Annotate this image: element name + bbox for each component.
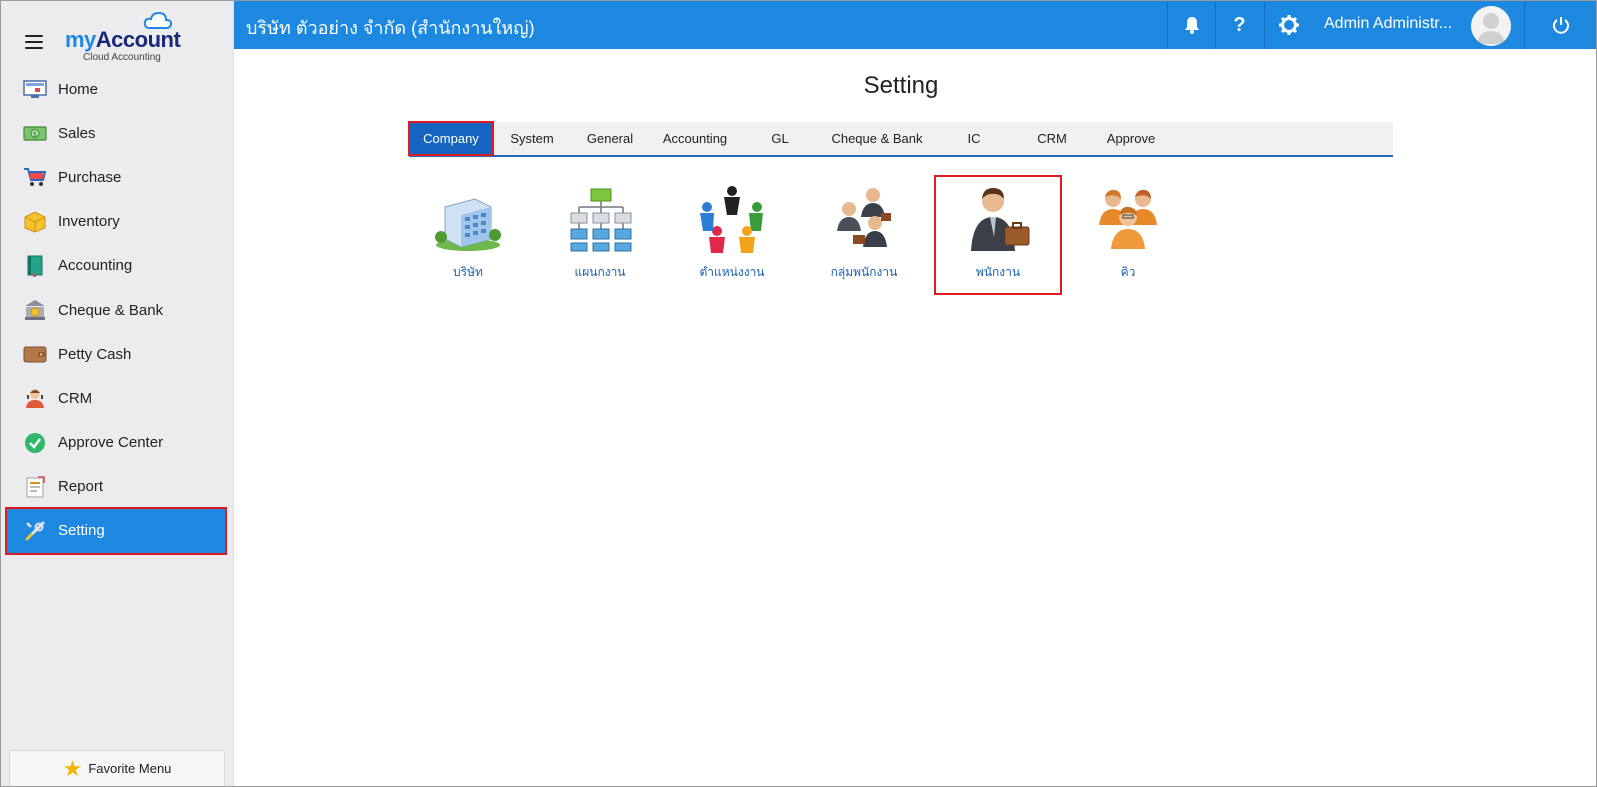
people-circle-icon	[700, 186, 763, 253]
book-icon	[23, 255, 47, 277]
sidebar-item-label: Petty Cash	[58, 345, 132, 363]
sidebar-menu: Home $ Sales Purchase Inventory Accounti…	[1, 67, 233, 556]
svg-text:$: $	[33, 131, 37, 139]
company-settings-grid: บริษัท แผนกงาน ตำแหน่งงาน กลุ่มพนักงาน พ…	[406, 175, 1206, 299]
sidebar: myAccount Cloud Accounting Home $ Sales …	[1, 1, 234, 786]
bell-icon	[1184, 17, 1199, 34]
employee-setting-item[interactable]: พนักงาน	[934, 175, 1062, 295]
sidebar-item-home[interactable]: Home	[1, 67, 233, 111]
gear-icon	[1278, 15, 1299, 35]
favorite-menu-label: Favorite Menu	[88, 761, 172, 776]
cart-icon	[23, 166, 47, 188]
tab-cheque-bank[interactable]: Cheque & Bank	[819, 122, 935, 155]
sidebar-item-label: Accounting	[58, 257, 133, 275]
logo[interactable]: myAccount Cloud Accounting	[65, 11, 185, 63]
check-icon	[23, 432, 47, 454]
notification-button[interactable]	[1167, 1, 1215, 49]
department-setting-item[interactable]: แผนกงาน	[538, 179, 662, 295]
setting-tabs: Company System General Accounting GL Che…	[408, 121, 1393, 157]
top-bar: บริษัท ตัวอย่าง จำกัด (สำนักงานใหญ่) ? A…	[234, 1, 1596, 49]
company-setting-item[interactable]: บริษัท	[406, 179, 530, 295]
user-avatar-icon	[1471, 6, 1511, 46]
tab-company[interactable]: Company	[408, 121, 494, 156]
favorite-menu-button[interactable]: ★ Favorite Menu	[9, 750, 225, 786]
logo-subtitle: Cloud Accounting	[83, 52, 161, 63]
item-label: คิว	[1120, 265, 1136, 279]
sidebar-item-sales[interactable]: $ Sales	[1, 111, 233, 155]
sidebar-item-label: CRM	[58, 389, 93, 407]
sidebar-item-purchase[interactable]: Purchase	[1, 155, 233, 199]
item-label: ตำแหน่งงาน	[699, 265, 765, 279]
sidebar-item-setting[interactable]: Setting	[5, 506, 227, 556]
bank-icon	[23, 299, 47, 321]
building-icon	[435, 198, 501, 251]
team-icon	[1099, 189, 1157, 249]
sidebar-item-approve-center[interactable]: Approve Center	[1, 421, 233, 465]
help-button[interactable]: ?	[1215, 1, 1263, 49]
sidebar-item-inventory[interactable]: Inventory	[1, 200, 233, 244]
employee-group-setting-item[interactable]: กลุ่มพนักงาน	[802, 179, 926, 295]
brand: myAccount Cloud Accounting	[1, 1, 233, 67]
company-name[interactable]: บริษัท ตัวอย่าง จำกัด (สำนักงานใหญ่)	[246, 13, 535, 42]
item-label: พนักงาน	[975, 265, 1021, 279]
star-icon: ★	[62, 755, 83, 781]
settings-button[interactable]	[1264, 1, 1312, 49]
logo-text: myAccount	[65, 27, 181, 52]
sidebar-item-label: Setting	[58, 522, 105, 540]
logout-button[interactable]	[1524, 1, 1596, 49]
item-label: บริษัท	[453, 265, 483, 279]
sidebar-item-label: Purchase	[58, 168, 122, 186]
tab-ic[interactable]: IC	[935, 122, 1013, 155]
tools-icon	[23, 520, 47, 542]
position-setting-item[interactable]: ตำแหน่งงาน	[670, 179, 794, 295]
page-title: Setting	[863, 72, 939, 99]
tab-general[interactable]: General	[571, 122, 649, 155]
box-icon	[23, 211, 47, 233]
help-icon: ?	[1233, 13, 1246, 36]
sidebar-item-label: Cheque & Bank	[58, 301, 164, 319]
person-icon	[23, 387, 47, 409]
tab-gl[interactable]: GL	[741, 122, 819, 155]
sidebar-item-petty-cash[interactable]: Petty Cash	[1, 332, 233, 376]
home-icon	[23, 78, 47, 100]
sidebar-item-label: Home	[58, 80, 99, 98]
sidebar-item-label: Approve Center	[58, 434, 164, 452]
avatar[interactable]	[1471, 6, 1511, 46]
sidebar-item-label: Report	[58, 478, 104, 496]
report-icon	[23, 476, 47, 498]
sidebar-item-report[interactable]: Report	[1, 465, 233, 509]
money-icon: $	[23, 122, 47, 144]
sidebar-item-accounting[interactable]: Accounting	[1, 244, 233, 288]
tab-system[interactable]: System	[493, 122, 571, 155]
queue-setting-item[interactable]: คิว	[1066, 179, 1190, 295]
power-icon	[1552, 17, 1569, 34]
sidebar-item-cheque-bank[interactable]: Cheque & Bank	[1, 288, 233, 332]
group-icon	[837, 188, 891, 247]
item-label: แผนกงาน	[574, 265, 626, 279]
tab-accounting[interactable]: Accounting	[649, 122, 741, 155]
sidebar-item-crm[interactable]: CRM	[1, 376, 233, 420]
org-chart-icon	[570, 188, 632, 252]
user-name[interactable]: Admin Administr...	[1324, 15, 1452, 33]
tab-crm[interactable]: CRM	[1013, 122, 1091, 155]
sidebar-item-label: Inventory	[58, 213, 120, 231]
tab-approve[interactable]: Approve	[1091, 122, 1171, 155]
hamburger-menu-icon[interactable]	[25, 35, 43, 49]
sidebar-item-label: Sales	[58, 124, 96, 142]
item-label: กลุ่มพนักงาน	[830, 265, 898, 279]
wallet-icon	[23, 343, 47, 365]
employee-icon	[971, 188, 1030, 251]
